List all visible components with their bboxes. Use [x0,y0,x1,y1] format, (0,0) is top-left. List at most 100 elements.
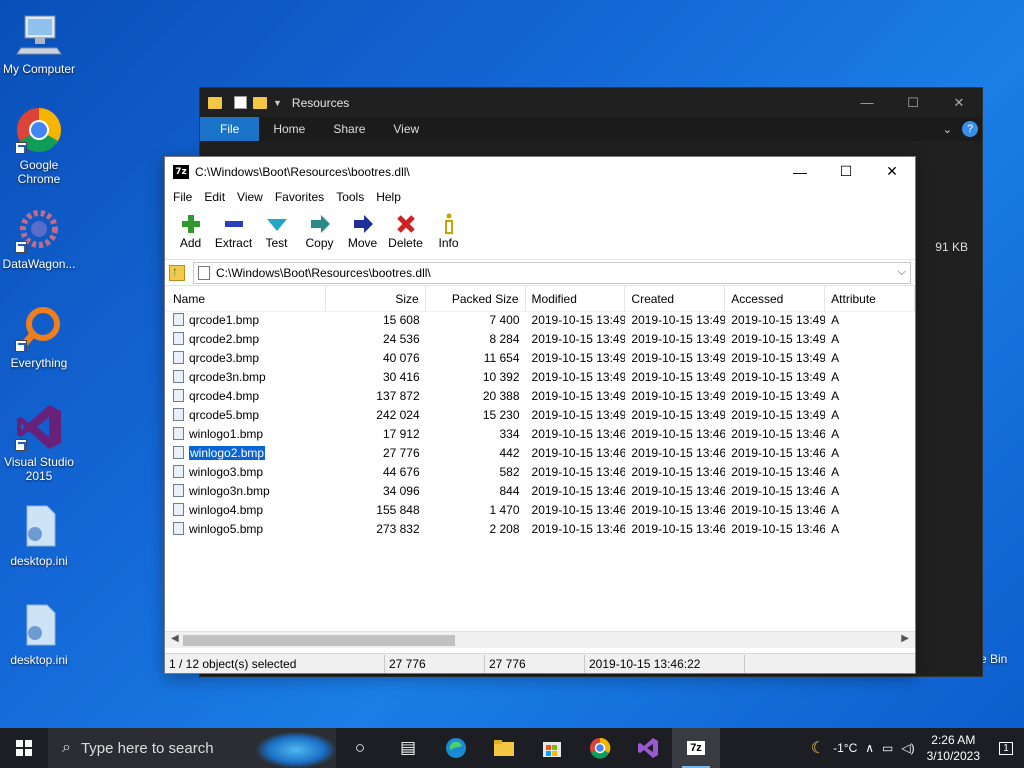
file-size-cell: 15 608 [382,312,420,327]
file-packed-cell: 7 400 [489,312,520,327]
7zip-taskbar-button[interactable]: 7z [672,728,720,768]
folder-up-icon[interactable] [169,264,185,281]
start-button[interactable] [0,728,48,768]
check-icon [255,212,298,236]
menu-edit[interactable]: Edit [198,190,231,204]
tray-overflow-chevron-icon[interactable]: ∧ [865,741,874,755]
file-size-cell: 242 024 [376,407,420,422]
archive-file-icon [198,265,210,280]
store-icon [543,742,561,757]
column-header-name[interactable]: Name [165,285,326,312]
help-icon[interactable]: ? [962,121,978,137]
weather-temperature[interactable]: -1°C [833,741,857,755]
table-row[interactable]: winlogo2.bmp 27 776 442 2019-10-15 13:46 201… [165,443,915,462]
ribbon-expand-icon[interactable]: ⌄ [943,123,952,136]
table-row[interactable]: qrcode4.bmp 137 872 20 388 2019-10-15 13:49… [165,386,915,405]
column-header-size[interactable]: Size [326,285,426,312]
add-button[interactable]: Add [169,208,212,259]
recycle-bin-label[interactable]: e Bin [980,652,1024,666]
7zip-window[interactable]: 7z C:\Windows\Boot\Resources\bootres.dll… [164,156,916,674]
column-header-created[interactable]: Created [625,285,726,312]
desktop-icon-desktop-ini-1[interactable]: desktop.ini [0,502,78,568]
menu-file[interactable]: File [167,190,198,204]
file-accessed-cell: 2019-10-15 13:46 [731,521,826,536]
store-taskbar-button[interactable] [528,728,576,768]
network-icon[interactable]: ▭ [882,741,893,755]
file-modified-cell: 2019-10-15 13:46 [531,521,626,536]
magnifier-icon [15,304,63,352]
file-created-cell: 2019-10-15 13:49 [631,312,726,327]
menu-view[interactable]: View [231,190,269,204]
scrollbar-thumb[interactable] [183,635,455,646]
quick-access-dropdown-icon[interactable]: ▼ [273,98,282,108]
desktop-icon-my-computer[interactable]: My Computer [0,10,78,76]
column-header-packed-size[interactable]: Packed Size [426,285,526,312]
table-row[interactable]: qrcode3n.bmp 30 416 10 392 2019-10-15 13:49… [165,367,915,386]
test-button[interactable]: Test [255,208,298,259]
scroll-right-icon[interactable]: ▶ [901,633,909,644]
close-button[interactable]: ✕ [936,88,982,117]
desktop-icon-everything[interactable]: Everything [0,304,78,370]
file-name-cell: winlogo5.bmp [165,522,326,536]
close-button[interactable]: ✕ [869,157,915,186]
chrome-taskbar-button[interactable] [576,728,624,768]
file-explorer-taskbar-button[interactable] [480,728,528,768]
weather-moon-icon[interactable]: ☾ [811,738,825,758]
maximize-button[interactable]: ☐ [890,88,936,117]
new-folder-icon[interactable] [253,96,267,109]
file-modified-cell: 2019-10-15 13:46 [531,426,626,441]
desktop-icon-desktop-ini-2[interactable]: desktop.ini [0,601,78,667]
chevron-down-icon[interactable]: ⌵ [898,266,906,279]
table-row[interactable]: winlogo4.bmp 155 848 1 470 2019-10-15 13:46… [165,500,915,519]
table-row[interactable]: winlogo5.bmp 273 832 2 208 2019-10-15 13:46… [165,519,915,538]
scroll-left-icon[interactable]: ◀ [171,633,179,644]
table-row[interactable]: qrcode3.bmp 40 076 11 654 2019-10-15 13:49 2… [165,348,915,367]
menu-tools[interactable]: Tools [330,190,370,204]
bitmap-file-icon [173,503,184,516]
maximize-button[interactable]: ☐ [823,157,869,186]
tab-file[interactable]: File [200,117,260,141]
tab-home[interactable]: Home [259,117,319,141]
properties-check-icon[interactable] [234,96,247,109]
visual-studio-taskbar-button[interactable] [624,728,672,768]
table-row[interactable]: winlogo3n.bmp 34 096 844 2019-10-15 13:46 20… [165,481,915,500]
table-row[interactable]: qrcode1.bmp 15 608 7 400 2019-10-15 13:49 20… [165,310,915,329]
notifications-button[interactable]: 1 [988,728,1024,768]
clock[interactable]: 2:26 AM 3/10/2023 [927,732,980,764]
copy-button[interactable]: Copy [298,208,341,259]
7zip-titlebar[interactable]: 7z C:\Windows\Boot\Resources\bootres.dll… [165,157,915,186]
tab-share[interactable]: Share [319,117,379,141]
table-row[interactable]: winlogo1.bmp 17 912 334 2019-10-15 13:46 201… [165,424,915,443]
tab-view[interactable]: View [379,117,433,141]
task-view-button[interactable]: ▤ [384,728,432,768]
move-button[interactable]: Move [341,208,384,259]
extract-button[interactable]: Extract [212,208,255,259]
desktop-icon-datawagon[interactable]: DataWagon... [0,205,78,271]
column-header-modified[interactable]: Modified [526,285,626,312]
table-row[interactable]: qrcode5.bmp 242 024 15 230 2019-10-15 13:49… [165,405,915,424]
column-header-attributes[interactable]: Attribute [825,285,916,312]
volume-icon[interactable]: ◁) [901,741,914,755]
info-button[interactable]: Info [427,208,470,259]
taskbar-search[interactable]: ⌕ Type here to search [48,728,336,768]
file-size-cell: 30 416 [382,369,420,384]
menu-help[interactable]: Help [370,190,407,204]
explorer-titlebar[interactable]: ▼ Resources — ☐ ✕ [200,88,982,117]
desktop-icon-visual-studio[interactable]: Visual Studio 2015 [0,403,78,483]
table-row[interactable]: winlogo3.bmp 44 676 582 2019-10-15 13:46 201… [165,462,915,481]
column-header-accessed[interactable]: Accessed [725,285,826,312]
desktop-icon-chrome[interactable]: Google Chrome [0,106,78,186]
delete-button[interactable]: Delete [384,208,427,259]
cortana-button[interactable]: ○ [336,728,384,768]
minimize-button[interactable]: — [844,88,890,117]
file-accessed-cell: 2019-10-15 13:49 [731,407,826,422]
minimize-button[interactable]: — [777,157,823,186]
file-modified-cell: 2019-10-15 13:49 [531,407,626,422]
address-bar[interactable]: C:\Windows\Boot\Resources\bootres.dll\ ⌵ [193,261,911,284]
explorer-title: Resources [291,95,350,110]
table-row[interactable]: qrcode2.bmp 24 536 8 284 2019-10-15 13:49 20… [165,329,915,348]
edge-taskbar-button[interactable] [432,728,480,768]
menu-favorites[interactable]: Favorites [269,190,330,204]
file-name-cell: qrcode3n.bmp [165,370,326,384]
horizontal-scrollbar[interactable]: ◀ ▶ [165,631,915,648]
